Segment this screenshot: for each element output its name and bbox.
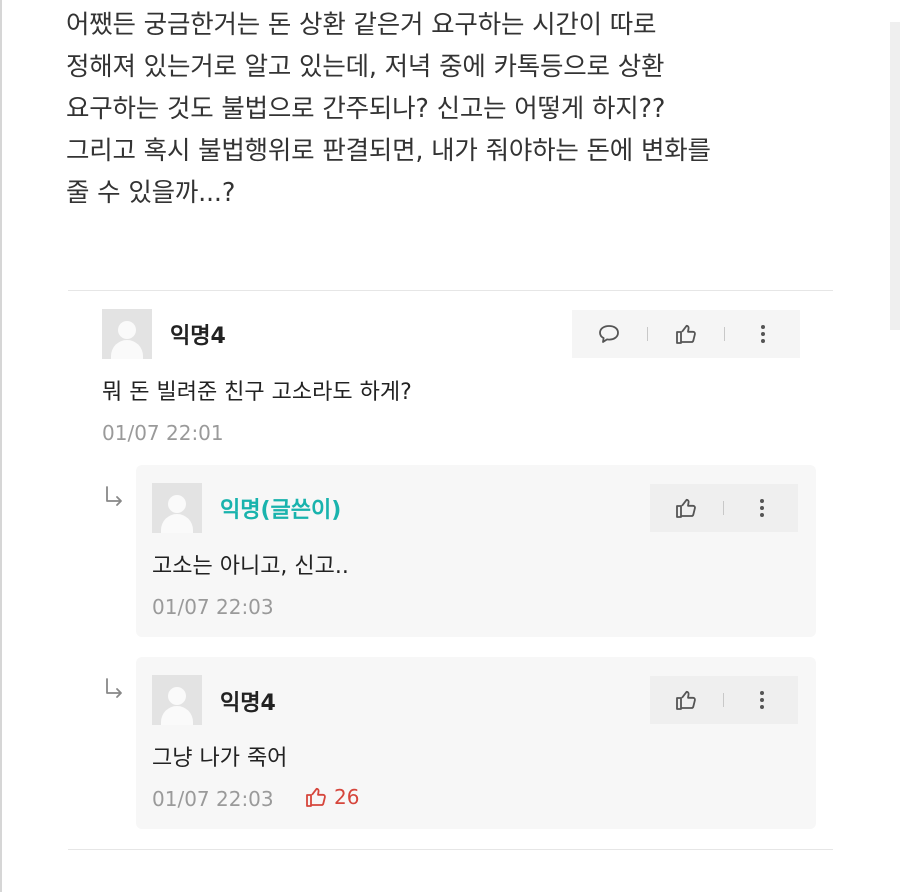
action-separator [723,501,725,515]
reply-action-bar [650,484,798,532]
more-vertical-icon [759,691,764,709]
post-line: 줄 수 있을까...? [66,178,236,208]
reply: 익명(글쓴이) 고소는 아니고, 신고.. 01/07 22:03 [136,465,816,637]
comment-action-bar [572,310,800,358]
reply-arrow-icon [106,486,122,506]
reply-button[interactable] [594,319,624,349]
comment-text: 뭐 돈 빌려준 친구 고소라도 하게? [102,380,412,405]
post-line: 그리고 혹시 불법행위로 판결되면, 내가 줘야하는 돈에 변화를 [66,136,711,166]
comment-author[interactable]: 익명4 [170,318,226,350]
avatar[interactable] [152,675,202,725]
thumbs-up-icon [676,324,696,344]
reply-action-bar [650,676,798,724]
page-left-border [0,0,2,892]
action-separator [646,327,648,341]
reply-text: 고소는 아니고, 신고.. [152,554,349,579]
thumbs-up-icon [676,690,697,710]
thumbs-up-icon [676,498,697,518]
reply-text: 그냥 나가 죽어 [152,746,288,771]
more-vertical-icon [759,499,764,517]
more-button[interactable] [748,319,778,349]
post-body: 어쨌든 궁금한거는 돈 상환 같은거 요구하는 시간이 따로 정해져 있는거로 … [66,4,856,214]
thumbs-up-icon [306,787,326,807]
more-vertical-icon [761,325,766,343]
more-button[interactable] [747,685,777,715]
reply-timestamp: 01/07 22:03 [152,595,274,619]
avatar[interactable] [152,483,202,533]
comment-timestamp: 01/07 22:01 [102,421,224,445]
post-line: 어쨌든 궁금한거는 돈 상환 같은거 요구하는 시간이 따로 [66,10,657,40]
action-separator [724,327,726,341]
more-button[interactable] [747,493,777,523]
reply-arrow-icon [106,678,122,698]
like-button[interactable] [671,685,701,715]
like-count-value: 26 [334,785,360,809]
post-line: 요구하는 것도 불법으로 간주되나? 신고는 어떻게 하지?? [66,94,666,124]
post-line: 정해져 있는거로 알고 있는데, 저녁 중에 카톡등으로 상환 [66,52,665,82]
divider [68,290,833,291]
reply-author[interactable]: 익명(글쓴이) [220,492,341,524]
reply: 익명4 그냥 나가 죽어 01/07 22:03 26 [136,657,816,829]
like-count: 26 [304,785,359,809]
like-button[interactable] [671,319,701,349]
comment-icon [598,325,619,343]
action-separator [723,693,725,707]
scrollbar[interactable] [890,22,900,330]
avatar[interactable] [102,309,152,359]
reply-timestamp: 01/07 22:03 [152,787,274,811]
reply-author[interactable]: 익명4 [220,685,276,717]
divider [68,849,833,850]
like-button[interactable] [671,493,701,523]
